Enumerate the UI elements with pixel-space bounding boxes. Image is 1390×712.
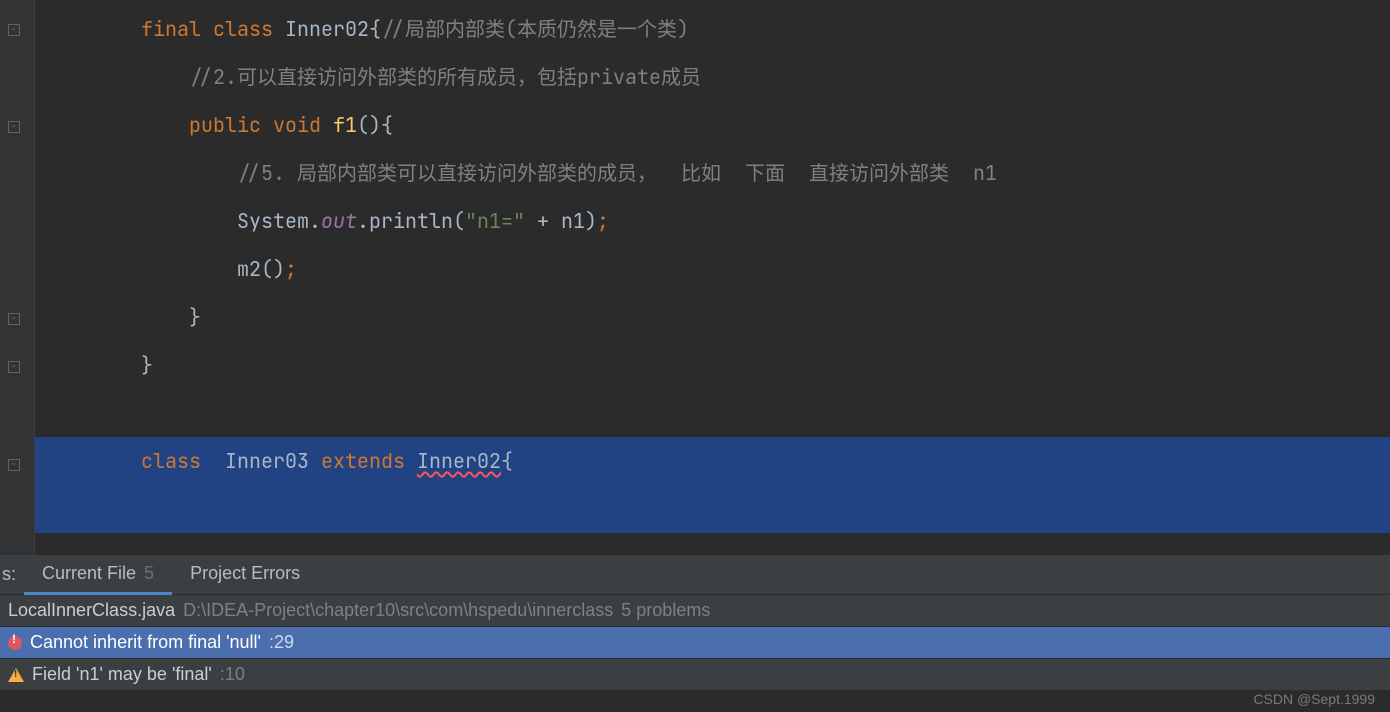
code-line-selected: class Inner03 extends Inner02{ (35, 437, 1390, 485)
problem-item[interactable]: Field 'n1' may be 'final' :10 (0, 659, 1390, 691)
problem-message: Cannot inherit from final 'null' (30, 632, 261, 653)
tab-label: Project Errors (190, 563, 300, 584)
fold-icon[interactable] (8, 23, 20, 41)
fold-icon[interactable] (8, 458, 20, 476)
watermark: CSDN @Sept.1999 (1253, 691, 1375, 707)
code-body[interactable]: final class Inner02{//局部内部类(本质仍然是一个类) //… (35, 0, 1390, 555)
problems-tab-bar: s: Current File 5 Project Errors (0, 555, 1390, 595)
problems-file-header[interactable]: LocalInnerClass.java D:\IDEA-Project\cha… (0, 595, 1390, 627)
code-line: } (35, 341, 1390, 389)
problem-message: Field 'n1' may be 'final' (32, 664, 212, 685)
problems-panel: LocalInnerClass.java D:\IDEA-Project\cha… (0, 595, 1390, 691)
problem-file-path: D:\IDEA-Project\chapter10\src\com\hspedu… (183, 600, 613, 621)
problem-line-number: :29 (269, 632, 294, 653)
tab-count: 5 (144, 563, 154, 584)
error-icon (8, 636, 22, 650)
problem-item[interactable]: Cannot inherit from final 'null' :29 (0, 627, 1390, 659)
code-line: final class Inner02{//局部内部类(本质仍然是一个类) (35, 5, 1390, 53)
tab-label: Current File (42, 563, 136, 584)
code-line: } (35, 293, 1390, 341)
fold-end-icon[interactable] (8, 312, 20, 330)
code-line: public void f1(){ (35, 101, 1390, 149)
warning-icon (8, 668, 24, 682)
tab-project-errors[interactable]: Project Errors (172, 555, 318, 595)
code-line-selected (35, 485, 1390, 533)
code-line: m2(); (35, 245, 1390, 293)
problem-line-number: :10 (220, 664, 245, 685)
problem-file-name: LocalInnerClass.java (8, 600, 175, 621)
editor-gutter (0, 0, 35, 555)
fold-end-icon[interactable] (8, 360, 20, 378)
problem-file-count: 5 problems (621, 600, 710, 621)
tab-current-file[interactable]: Current File 5 (24, 555, 172, 595)
code-line-empty (35, 389, 1390, 437)
code-editor: final class Inner02{//局部内部类(本质仍然是一个类) //… (0, 0, 1390, 555)
code-line: System.out.println("n1=" + n1); (35, 197, 1390, 245)
fold-icon[interactable] (8, 120, 20, 138)
panel-label-truncated: s: (0, 564, 24, 585)
code-line: //2.可以直接访问外部类的所有成员，包括private成员 (35, 53, 1390, 101)
code-line: //5. 局部内部类可以直接访问外部类的成员， 比如 下面 直接访问外部类 n1 (35, 149, 1390, 197)
